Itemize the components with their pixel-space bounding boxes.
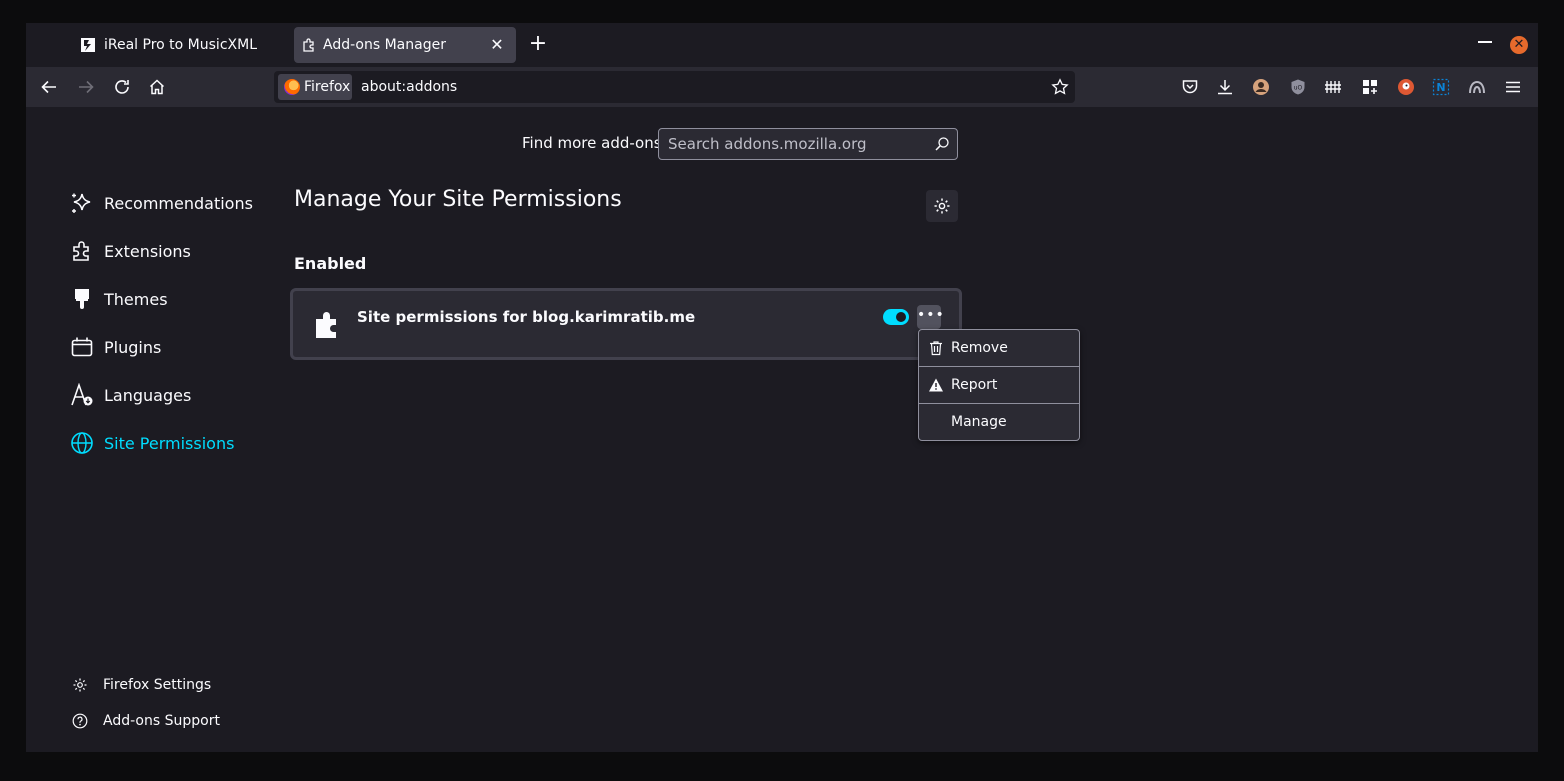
sidebar-item-label: Plugins [104, 337, 162, 357]
sidebar-item-label: Extensions [104, 241, 191, 261]
reload-icon[interactable] [113, 78, 131, 96]
sidebar-item-themes[interactable]: Themes [70, 283, 168, 315]
identity-label: Firefox [304, 79, 351, 95]
duckduckgo-icon[interactable] [1397, 78, 1415, 96]
addon-options-menu: Remove Report Manage [918, 329, 1080, 441]
sidebar-item-recommendations[interactable]: Recommendations [70, 187, 253, 219]
url-text[interactable]: about:addons [361, 71, 457, 103]
firefox-logo-icon [284, 79, 300, 95]
puzzle-icon [303, 38, 314, 52]
tools-gear-button[interactable] [926, 190, 958, 222]
minimize-window-button[interactable] [1478, 41, 1492, 43]
menu-item-label: Manage [951, 414, 1007, 430]
help-icon [72, 713, 88, 729]
sidebar-item-plugins[interactable]: Plugins [70, 331, 161, 363]
enable-toggle[interactable] [883, 309, 909, 325]
addons-search-input[interactable] [658, 128, 958, 160]
svg-text:N: N [1436, 81, 1445, 94]
firefox-settings-link[interactable]: Firefox Settings [72, 673, 211, 697]
addon-card[interactable]: Site permissions for blog.karimratib.me … [290, 288, 962, 360]
sidebar-item-label: Recommendations [104, 193, 253, 213]
plugin-icon [71, 337, 93, 357]
menu-item-report[interactable]: Report [919, 367, 1079, 403]
more-options-button[interactable]: ••• [917, 305, 944, 329]
page-title: Manage Your Site Permissions [294, 187, 622, 212]
addon-name: Site permissions for blog.karimratib.me [357, 308, 696, 326]
hamburger-menu-icon[interactable] [1504, 78, 1522, 96]
sidebar-item-extensions[interactable]: Extensions [70, 235, 191, 267]
url-bar[interactable]: Firefox about:addons [274, 71, 1075, 103]
globe-icon [71, 432, 93, 454]
arc-extension-icon[interactable] [1468, 78, 1486, 96]
navigation-toolbar: Firefox about:addons uO N [26, 67, 1538, 107]
sidebar-item-label: Languages [104, 385, 192, 405]
sidebar-item-languages[interactable]: Languages [70, 379, 191, 411]
bookmark-star-icon[interactable] [1051, 78, 1069, 96]
download-icon[interactable] [1216, 78, 1234, 96]
ublock-origin-icon[interactable]: uO [1289, 78, 1307, 96]
identity-box[interactable]: Firefox [278, 74, 352, 100]
account-avatar-icon[interactable] [1252, 78, 1270, 96]
menu-item-manage[interactable]: Manage [919, 404, 1079, 440]
ireal-favicon-icon [81, 38, 95, 52]
puzzle-icon [73, 241, 89, 261]
tab-ireal[interactable]: iReal Pro to MusicXML ✕ [56, 27, 318, 63]
sidebar-item-site-permissions[interactable]: Site Permissions [70, 427, 234, 459]
section-heading: Enabled [294, 254, 367, 273]
tab-strip: iReal Pro to MusicXML ✕ Add-ons Manager … [26, 23, 1538, 67]
addons-support-link[interactable]: Add-ons Support [72, 709, 220, 733]
tab-addons-manager[interactable]: Add-ons Manager ✕ [294, 27, 516, 63]
menu-item-label: Report [951, 377, 998, 393]
browser-window: iReal Pro to MusicXML ✕ Add-ons Manager … [26, 23, 1538, 752]
n-extension-icon[interactable]: N [1432, 78, 1450, 96]
gear-icon [73, 678, 87, 692]
tab-title: iReal Pro to MusicXML [104, 37, 257, 53]
footer-link-label: Add-ons Support [103, 713, 220, 729]
footer-link-label: Firefox Settings [103, 677, 212, 693]
svg-text:uO: uO [1294, 85, 1303, 92]
menu-item-remove[interactable]: Remove [919, 330, 1079, 366]
extensions-grid-icon[interactable] [1361, 78, 1379, 96]
sidebar-item-label: Themes [104, 289, 168, 309]
pocket-icon[interactable] [1181, 78, 1199, 96]
brush-icon [75, 289, 89, 309]
new-tab-button[interactable]: + [526, 33, 550, 57]
home-icon[interactable] [148, 78, 166, 96]
menu-item-label: Remove [951, 340, 1008, 356]
find-more-label: Find more add-ons [522, 134, 662, 152]
sparkle-icon [72, 193, 91, 213]
back-arrow-icon[interactable] [40, 78, 58, 96]
warning-icon [929, 378, 943, 392]
sidebar-item-label: Site Permissions [104, 433, 235, 453]
addons-content: Find more add-ons Recommendations Extens… [26, 107, 1538, 752]
tab-title: Add-ons Manager [323, 37, 446, 53]
gear-icon [934, 198, 950, 214]
bars-extension-icon[interactable] [1324, 78, 1342, 96]
language-icon [71, 383, 93, 406]
trash-icon [930, 341, 942, 356]
search-icon[interactable] [934, 136, 950, 152]
close-window-button[interactable]: ✕ [1510, 36, 1528, 54]
forward-arrow-icon[interactable] [77, 78, 95, 96]
close-tab-icon[interactable]: ✕ [488, 36, 506, 54]
puzzle-icon [316, 312, 336, 338]
